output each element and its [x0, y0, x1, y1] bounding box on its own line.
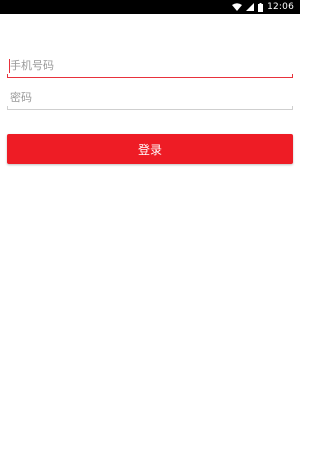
text-caret	[9, 59, 10, 73]
status-time: 12:06	[267, 2, 294, 12]
wifi-icon	[232, 3, 243, 11]
signal-icon	[246, 3, 255, 11]
status-bar: 12:06	[0, 0, 300, 14]
password-field[interactable]	[7, 86, 293, 110]
phone-input[interactable]	[7, 54, 293, 77]
status-icons	[232, 2, 264, 12]
login-button[interactable]: 登录	[7, 134, 293, 164]
phone-field[interactable]	[7, 54, 293, 78]
password-input[interactable]	[7, 86, 293, 109]
battery-icon	[258, 2, 264, 12]
